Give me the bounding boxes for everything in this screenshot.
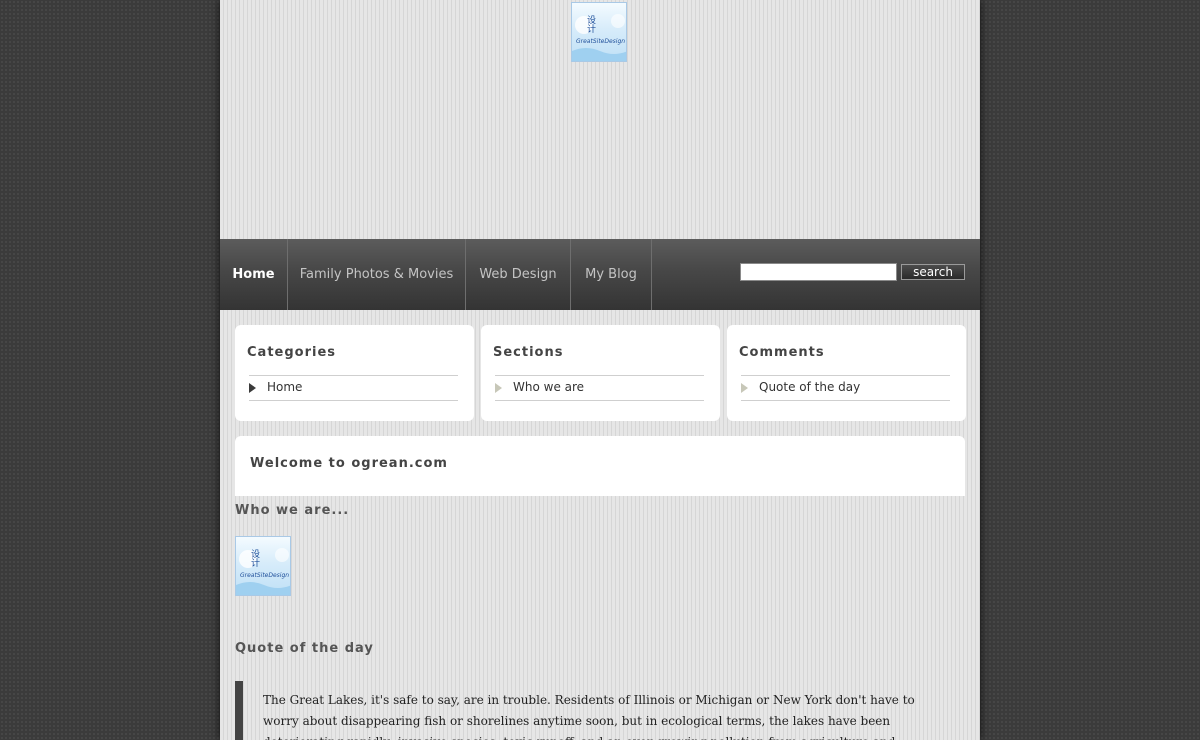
nav-family-photos-movies[interactable]: Family Photos & Movies (288, 239, 466, 310)
comments-box: Comments Quote of the day (727, 325, 966, 421)
welcome-title: Welcome to ogrean.com (250, 456, 448, 471)
sections-box: Sections Who we are (481, 325, 720, 421)
sections-title: Sections (493, 345, 564, 360)
search-button[interactable]: search (901, 264, 965, 280)
search-input[interactable] (740, 263, 897, 281)
section-link-who-we-are[interactable]: Who we are (513, 380, 584, 394)
nav-web-design[interactable]: Web Design (466, 239, 571, 310)
header-logo[interactable]: 设 计 GreatSiteDesign (571, 2, 627, 62)
quote-of-the-day-heading: Quote of the day (235, 641, 374, 656)
quote-text: The Great Lakes, it's safe to say, are i… (263, 693, 915, 740)
nav-home[interactable]: Home (220, 239, 288, 310)
svg-text:计: 计 (251, 557, 260, 569)
sections-list: Who we are (495, 375, 704, 401)
arrow-right-icon (741, 383, 748, 393)
categories-box: Categories Home (235, 325, 474, 421)
svg-text:计: 计 (587, 23, 596, 35)
who-we-are-image[interactable]: 设 计 GreatSiteDesign (235, 536, 291, 596)
greatsitedesign-logo-icon: 设 计 GreatSiteDesign (236, 548, 290, 595)
categories-list: Home (249, 375, 458, 401)
who-we-are-heading: Who we are... (235, 503, 350, 518)
nav-my-blog[interactable]: My Blog (571, 239, 652, 310)
comment-link-quote-of-the-day[interactable]: Quote of the day (759, 380, 860, 394)
svg-text:GreatSiteDesign: GreatSiteDesign (576, 38, 625, 45)
page-container: 设 计 GreatSiteDesign Home Family Photos &… (220, 0, 980, 740)
category-link-home[interactable]: Home (267, 380, 302, 394)
comments-list: Quote of the day (741, 375, 950, 401)
main-nav: Home Family Photos & Movies Web Design M… (220, 239, 980, 310)
quote-bar (235, 681, 243, 740)
comments-title: Comments (739, 345, 825, 360)
categories-title: Categories (247, 345, 337, 360)
arrow-right-icon (495, 383, 502, 393)
arrow-right-icon (249, 383, 256, 393)
svg-text:GreatSiteDesign: GreatSiteDesign (240, 572, 289, 579)
welcome-panel: Welcome to ogrean.com (235, 436, 965, 496)
greatsitedesign-logo-icon: 设 计 GreatSiteDesign (572, 14, 626, 61)
